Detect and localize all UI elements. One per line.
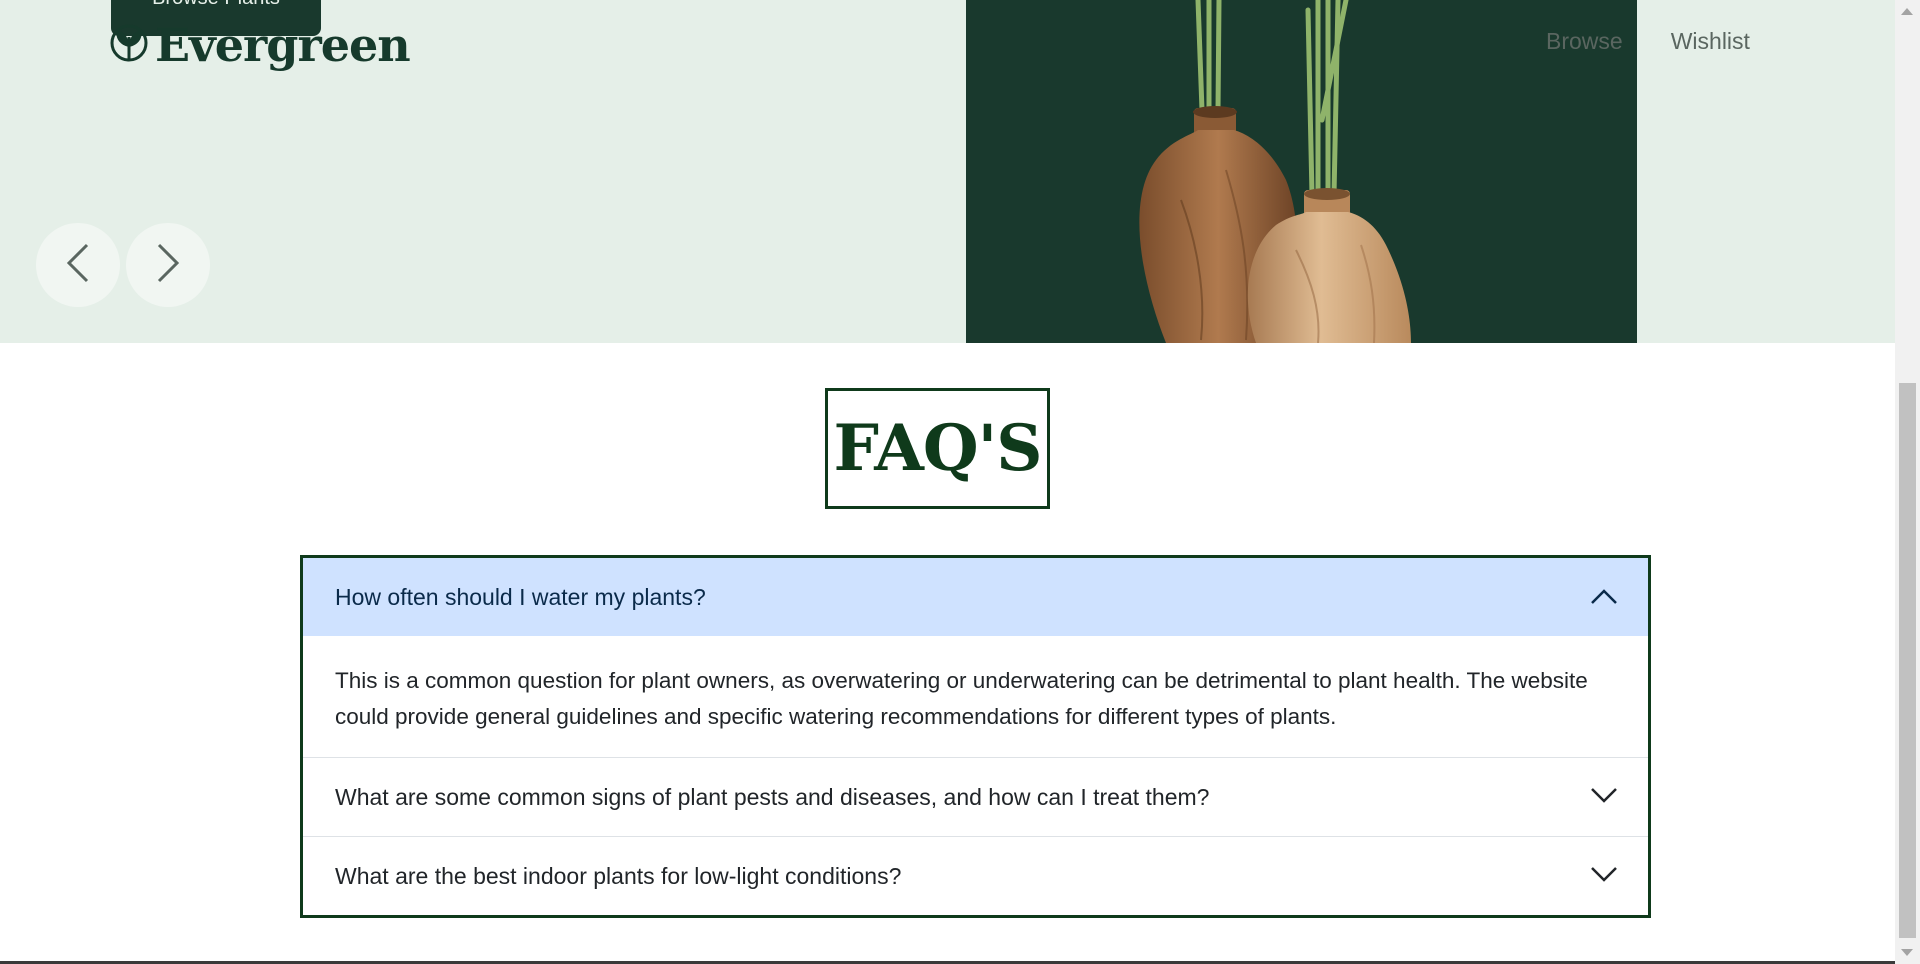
nav-link-wishlist[interactable]: Wishlist: [1671, 28, 1750, 55]
faq-accordion: How often should I water my plants? This…: [300, 555, 1651, 918]
chevron-up-icon: [1590, 584, 1618, 611]
faq-item-watering: How often should I water my plants? This…: [303, 558, 1648, 758]
faq-question-text: How often should I water my plants?: [335, 583, 706, 610]
brand-name: Evergreen: [155, 18, 411, 72]
main-nav: Browse Wishlist: [1546, 28, 1750, 55]
page-scrollbar[interactable]: [1895, 0, 1920, 964]
scroll-down-icon[interactable]: [1901, 949, 1913, 956]
nav-link-browse[interactable]: Browse: [1546, 28, 1623, 55]
faq-answer: This is a common question for plant owne…: [303, 636, 1648, 758]
hero-carousel: Browse Plants Evergreen Browse Wishlist: [0, 0, 1895, 343]
faq-heading: FAQ'S: [833, 411, 1043, 486]
faq-question-button[interactable]: What are the best indoor plants for low-…: [303, 837, 1648, 915]
chevron-down-icon: [1590, 784, 1618, 811]
carousel-next-button[interactable]: [126, 223, 210, 307]
faq-question-button[interactable]: What are some common signs of plant pest…: [303, 758, 1648, 836]
faq-item-low-light: What are the best indoor plants for low-…: [303, 837, 1648, 915]
faq-heading-box: FAQ'S: [825, 388, 1050, 509]
leaf-logo-icon: [109, 23, 149, 67]
hero-plant-image: [966, 0, 1637, 343]
chevron-left-icon: [63, 241, 93, 289]
faq-item-pests: What are some common signs of plant pest…: [303, 758, 1648, 837]
page: Browse Plants Evergreen Browse Wishlist: [0, 0, 1895, 964]
vases-illustration: [1139, 0, 1411, 343]
chevron-right-icon: [153, 241, 183, 289]
chevron-down-icon: [1590, 863, 1618, 890]
faq-question-button[interactable]: How often should I water my plants?: [303, 558, 1648, 636]
carousel-prev-button[interactable]: [36, 223, 120, 307]
brand-logo[interactable]: Evergreen: [109, 18, 411, 72]
faq-question-text: What are some common signs of plant pest…: [335, 783, 1210, 810]
faq-question-text: What are the best indoor plants for low-…: [335, 862, 902, 889]
scroll-up-icon[interactable]: [1901, 8, 1913, 15]
scrollbar-thumb[interactable]: [1899, 383, 1916, 938]
